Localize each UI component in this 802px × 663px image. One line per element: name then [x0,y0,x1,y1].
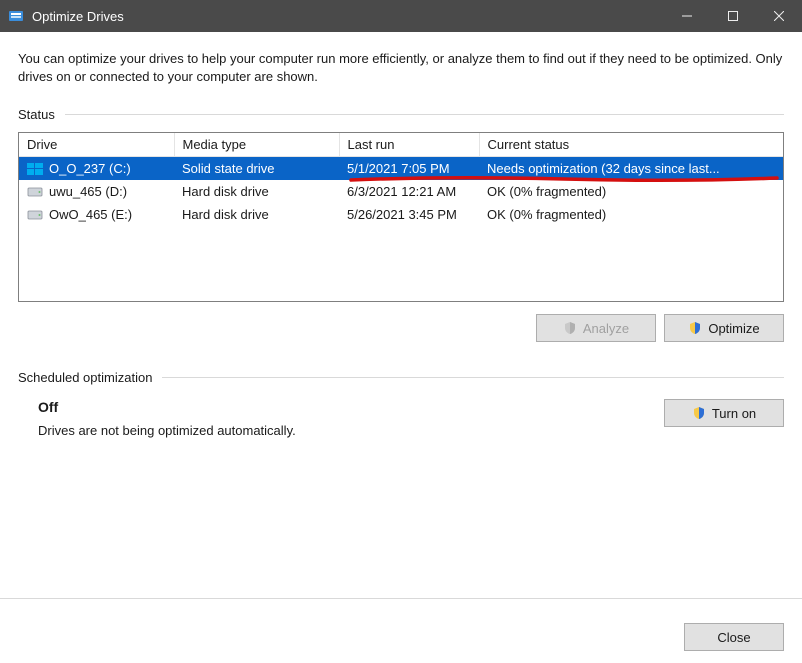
status-header: Status [18,107,784,122]
table-row[interactable]: uwu_465 (D:) Hard disk drive6/3/2021 12:2… [19,180,783,203]
scheduled-status: Off [38,399,664,415]
shield-icon [692,406,706,420]
status-label: Status [18,107,55,122]
hdd-icon [27,186,43,198]
scheduled-label: Scheduled optimization [18,370,152,385]
window-title: Optimize Drives [32,9,664,24]
window-controls [664,0,802,32]
app-icon [8,8,24,24]
turn-on-label: Turn on [712,406,756,421]
drive-media: Solid state drive [174,157,339,181]
content-area: You can optimize your drives to help you… [0,32,802,611]
optimize-drives-window: Optimize Drives You can optimize your dr… [0,0,802,663]
drive-media: Hard disk drive [174,203,339,226]
drive-last-run: 6/3/2021 12:21 AM [339,180,479,203]
drive-status: Needs optimization (32 days since last..… [479,157,783,181]
table-row[interactable]: O_O_237 (C:) Solid state drive5/1/2021 7:… [19,157,783,181]
shield-icon [688,321,702,335]
intro-text: You can optimize your drives to help you… [18,50,784,85]
column-headers[interactable]: Drive Media type Last run Current status [19,133,783,157]
col-media[interactable]: Media type [174,133,339,157]
analyze-label: Analyze [583,321,629,336]
action-buttons: Analyze Optimize [18,314,784,342]
drive-status: OK (0% fragmented) [479,203,783,226]
turn-on-button[interactable]: Turn on [664,399,784,427]
drive-name: OwO_465 (E:) [49,207,132,222]
drive-name: O_O_237 (C:) [49,161,131,176]
divider [162,377,784,378]
col-last-run[interactable]: Last run [339,133,479,157]
scheduled-section: Scheduled optimization Off Drives are no… [18,370,784,438]
drive-media: Hard disk drive [174,180,339,203]
drive-last-run: 5/1/2021 7:05 PM [339,157,479,181]
optimize-label: Optimize [708,321,759,336]
titlebar: Optimize Drives [0,0,802,32]
windows-drive-icon [27,163,43,175]
scheduled-header: Scheduled optimization [18,370,784,385]
bottom-bar: Close [0,611,802,663]
close-dialog-button[interactable]: Close [684,623,784,651]
drive-last-run: 5/26/2021 3:45 PM [339,203,479,226]
scheduled-desc: Drives are not being optimized automatic… [38,423,664,438]
drive-status: OK (0% fragmented) [479,180,783,203]
divider [0,598,802,599]
divider [65,114,784,115]
table-row[interactable]: OwO_465 (E:) Hard disk drive5/26/2021 3:4… [19,203,783,226]
col-drive[interactable]: Drive [19,133,174,157]
analyze-button: Analyze [536,314,656,342]
minimize-button[interactable] [664,0,710,32]
drives-list[interactable]: Drive Media type Last run Current status… [18,132,784,302]
shield-icon [563,321,577,335]
close-button[interactable] [756,0,802,32]
maximize-button[interactable] [710,0,756,32]
col-status[interactable]: Current status [479,133,783,157]
optimize-button[interactable]: Optimize [664,314,784,342]
close-label: Close [717,630,750,645]
hdd-icon [27,209,43,221]
drive-name: uwu_465 (D:) [49,184,127,199]
